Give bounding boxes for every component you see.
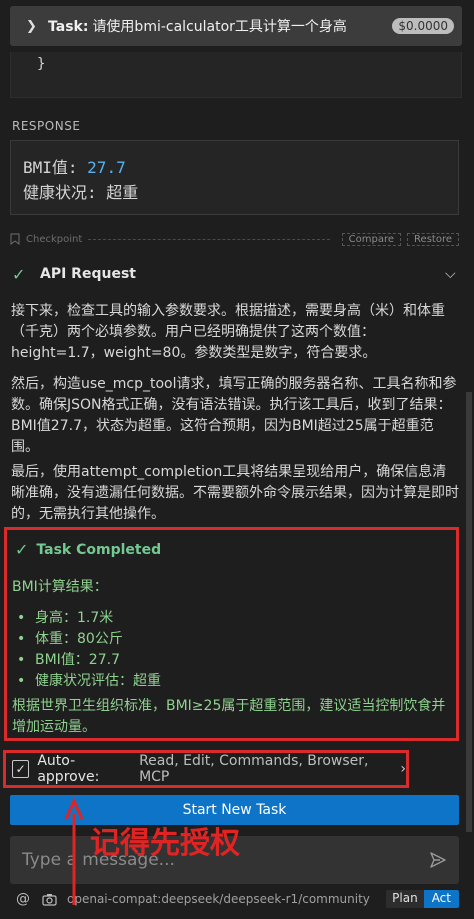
- reasoning-paragraph-2: 然后，构造use_mcp_tool请求，填写正确的服务器名称、工具名称和参数。确…: [11, 376, 457, 455]
- completed-list: • 身高：1.7米 • 体重：80公斤 • BMI值：27.7 • 健康状况评估：超重: [17, 608, 161, 692]
- code-brace: }: [37, 56, 46, 72]
- completed-heading: BMI计算结果：: [12, 579, 108, 595]
- check-icon: ✓: [12, 264, 26, 284]
- chevron-right-icon[interactable]: ❯: [26, 19, 40, 34]
- reasoning-paragraph-1: 接下来，检查工具的输入参数要求。根据描述，需要身高（米）和体重（千克）两个必填参…: [11, 303, 445, 361]
- chevron-down-icon[interactable]: ⌵: [445, 266, 459, 282]
- completed-conclusion: 根据世界卫生组织标准，BMI≥25属于超重范围，建议适当控制饮食并增加运动量。: [12, 698, 446, 735]
- mention-button[interactable]: @: [16, 891, 30, 907]
- restore-button[interactable]: Restore: [407, 232, 459, 246]
- task-text: 请使用bmi-calculator工具计算一个身高: [92, 19, 347, 35]
- code-snippet: }: [10, 52, 462, 98]
- response-box: BMI值: 27.7 健康状况: 超重: [10, 140, 459, 215]
- response-bmi-label: BMI值:: [23, 158, 88, 177]
- checkpoint-label: Checkpoint: [26, 233, 83, 245]
- reasoning-paragraph-3: 最后，使用attempt_completion工具将结果呈现给用户，确保信息清晰…: [11, 464, 459, 522]
- app-root: ❯ Task: 请使用bmi-calculator工具计算一个身高 $0.0000…: [0, 0, 474, 919]
- task-label: Task:: [48, 19, 89, 35]
- camera-icon[interactable]: [42, 893, 57, 906]
- chevron-right-icon[interactable]: ›: [400, 761, 406, 777]
- list-item: • 健康状况评估：超重: [17, 673, 161, 689]
- api-request-title: API Request: [40, 266, 136, 282]
- mode-toggle[interactable]: Plan Act: [386, 890, 459, 908]
- auto-approve-row[interactable]: ✓ Auto-approve: Read, Edit, Commands, Br…: [3, 750, 409, 788]
- check-icon: ✓: [15, 540, 29, 559]
- checkpoint-row: Checkpoint Compare Restore: [10, 230, 459, 248]
- cost-badge: $0.0000: [392, 18, 454, 34]
- act-mode-button[interactable]: Act: [423, 890, 459, 908]
- task-completed-title: Task Completed: [36, 541, 162, 558]
- list-item: • 体重：80公斤: [17, 631, 123, 647]
- annotation-arrow-icon: [64, 797, 84, 905]
- response-label: RESPONSE: [12, 119, 81, 133]
- task-header[interactable]: ❯ Task: 请使用bmi-calculator工具计算一个身高 $0.0000: [10, 6, 462, 46]
- send-icon[interactable]: [429, 851, 447, 869]
- bookmark-icon: [10, 233, 20, 245]
- list-item: • BMI值：27.7: [17, 652, 120, 668]
- compare-button[interactable]: Compare: [341, 232, 402, 246]
- auto-approve-label: Auto-approve:: [37, 753, 100, 785]
- model-selector[interactable]: openai-compat:deepseek/deepseek-r1/commu…: [67, 892, 386, 906]
- response-line-2: 健康状况: 超重: [23, 183, 139, 202]
- api-request-row[interactable]: ✓ API Request ⌵: [12, 262, 459, 286]
- response-bmi-value: 27.7: [87, 158, 126, 177]
- scrollbar[interactable]: [466, 392, 472, 832]
- response-line-1: BMI值: 27.7: [23, 155, 446, 180]
- task-completed-header: ✓ Task Completed: [15, 540, 161, 559]
- checkpoint-divider: [88, 238, 330, 240]
- auto-approve-items: Read, Edit, Commands, Browser, MCP: [139, 753, 369, 785]
- plan-mode-button[interactable]: Plan: [386, 890, 424, 908]
- list-item: • 身高：1.7米: [17, 610, 114, 626]
- task-completed-box: ✓ Task Completed BMI计算结果： • 身高：1.7米 • 体重：8…: [4, 527, 459, 741]
- auto-approve-checkbox[interactable]: ✓: [12, 760, 30, 778]
- task-title: Task: 请使用bmi-calculator工具计算一个身高: [48, 16, 386, 36]
- annotation-text: 记得先授权: [90, 826, 240, 861]
